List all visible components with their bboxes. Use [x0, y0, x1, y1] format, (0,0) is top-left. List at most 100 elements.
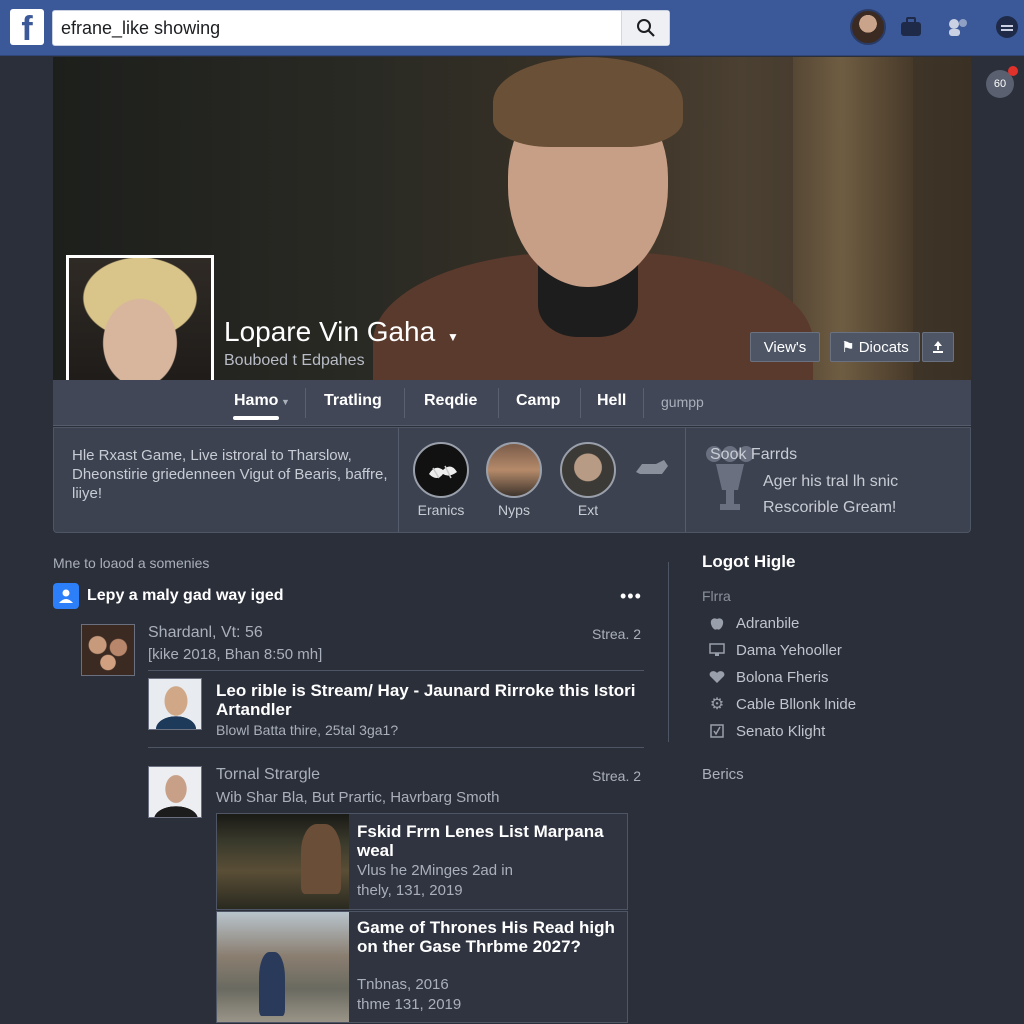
- card-date: thme 131, 2019: [357, 996, 462, 1013]
- ext-circle[interactable]: [560, 442, 616, 498]
- tab-tratling[interactable]: Tratling: [324, 392, 382, 410]
- search-icon: [636, 19, 655, 37]
- intro-divider: [685, 428, 686, 532]
- circle-label: Nyps: [498, 502, 530, 518]
- feed-entry-meta: Wib Shar Bla, But Prartic, Havrbarg Smot…: [216, 789, 500, 806]
- tab-hell[interactable]: Hell: [597, 392, 626, 410]
- view-button-label: View's: [763, 338, 807, 356]
- notification-count: 60: [993, 78, 1007, 90]
- feed-entry-title[interactable]: Leo rible is Stream/ Hay - Jaunard Rirro…: [216, 681, 636, 719]
- feed-hint: Mne to loaod a somenies: [53, 555, 210, 571]
- post-title[interactable]: Lepy a maly gad way iged: [87, 587, 284, 605]
- nav-divider: [305, 388, 306, 418]
- feed-entry-title[interactable]: Tornal Strargle: [216, 766, 320, 784]
- card-image: [217, 814, 349, 909]
- briefcase-icon[interactable]: [896, 12, 926, 42]
- gear-icon: ⚙: [709, 696, 725, 713]
- apple-icon: [708, 614, 726, 632]
- circle-label: Eranics: [417, 502, 465, 518]
- sidebar-item-label: Adranbile: [736, 614, 800, 632]
- card-subtitle: Vlus he 2Minges 2ad in: [357, 862, 513, 879]
- feed-entry-meta: Blowl Batta thire, 25tal 3ga1?: [216, 722, 399, 738]
- chevron-down-icon[interactable]: ▼: [281, 397, 290, 407]
- card-figure: [259, 952, 285, 1016]
- search-box[interactable]: [52, 10, 670, 46]
- shared-link-card[interactable]: Game of Thrones His Read high on ther Ga…: [216, 911, 628, 1023]
- avatar[interactable]: [148, 678, 202, 730]
- eranics-circle[interactable]: [413, 442, 469, 498]
- sidebar-item[interactable]: Bolona Fheris: [708, 668, 829, 686]
- monitor-icon: [708, 641, 726, 659]
- card-figure: [301, 824, 341, 894]
- divider: [148, 747, 644, 748]
- view-button[interactable]: View's: [750, 332, 820, 362]
- avatar[interactable]: [850, 9, 886, 45]
- facebook-logo[interactable]: f: [10, 9, 44, 45]
- card-title: Fskid Frrn Lenes List Marpana weal: [357, 822, 604, 860]
- sidebar-divider: [668, 562, 669, 742]
- docats-button[interactable]: ⚑ Diocats: [830, 332, 920, 362]
- nav-divider: [580, 388, 581, 418]
- docats-button-label: Diocats: [858, 338, 909, 356]
- intro-right-line: Ager his tral lh snic: [763, 473, 899, 490]
- sidebar-item[interactable]: ⚙ Cable Bllonk lnide: [708, 695, 857, 714]
- sidebar-item-label: Dama Yehooller: [736, 641, 842, 659]
- tab-hamo[interactable]: Hamo: [234, 392, 278, 410]
- feed-entry-count: Strea. 2: [592, 626, 642, 642]
- intro-right-line: Sook Farrds: [710, 446, 798, 463]
- profile-name[interactable]: Lopare Vin Gaha: [224, 316, 435, 348]
- profile-subtitle: Bouboed t Edpahes: [224, 352, 365, 369]
- sidebar-subheading: Flrra: [702, 588, 731, 604]
- intro-right-line: Rescorible Gream!: [763, 499, 897, 516]
- sidebar-footer[interactable]: Berics: [702, 766, 744, 783]
- more-options-icon[interactable]: •••: [620, 586, 642, 607]
- heart-icon: [708, 668, 726, 686]
- intro-divider: [398, 428, 399, 532]
- divider: [148, 670, 644, 671]
- sidebar-item[interactable]: Adranbile: [708, 614, 799, 632]
- tab-reqdie[interactable]: Reqdie: [424, 392, 477, 410]
- feed-entry-title[interactable]: Shardanl, Vt: 56: [148, 624, 263, 642]
- chevron-down-icon[interactable]: ▼: [447, 330, 459, 344]
- nav-divider: [404, 388, 405, 418]
- feed-entry-meta: [kike 2018, Bhan 8:50 mh]: [148, 646, 323, 663]
- sidebar-item-label: Cable Bllonk lnide: [736, 695, 857, 713]
- avatar[interactable]: [148, 766, 202, 818]
- sidebar-item-label: Senato Klight: [736, 722, 826, 740]
- logo-letter: f: [21, 10, 33, 45]
- circle-label: Ext: [577, 502, 599, 518]
- flag-icon: ⚑: [841, 339, 855, 356]
- sidebar-item-label: Bolona Fheris: [736, 668, 829, 686]
- top-bar: f: [0, 0, 1024, 56]
- card-image: [217, 912, 349, 1022]
- card-title: Game of Thrones His Read high on ther Ga…: [357, 918, 615, 956]
- cover-hair: [493, 57, 683, 147]
- checkbox-icon: [708, 722, 726, 740]
- group-thumbnail[interactable]: [81, 624, 135, 676]
- feed-entry-count: Strea. 2: [592, 768, 642, 784]
- tab-camp[interactable]: Camp: [516, 392, 560, 410]
- upload-button[interactable]: [922, 332, 954, 362]
- nav-divider: [498, 388, 499, 418]
- card-subtitle: Tnbnas, 2016: [357, 976, 449, 993]
- upload-icon: [933, 341, 943, 353]
- intro-text: Hle Rxast Game, Live istroral to Tharslo…: [72, 447, 388, 502]
- shared-link-card[interactable]: Fskid Frrn Lenes List Marpana weal Vlus …: [216, 813, 628, 910]
- notification-dot: [1008, 66, 1018, 76]
- user-icon: [53, 583, 79, 609]
- people-icon[interactable]: [943, 12, 973, 42]
- sidebar-item[interactable]: Dama Yehooller: [708, 641, 842, 659]
- active-tab-indicator: [233, 416, 279, 420]
- nyps-circle[interactable]: [486, 442, 542, 498]
- search-button[interactable]: [621, 11, 669, 45]
- nav-divider: [643, 388, 644, 418]
- sidebar-item[interactable]: Senato Klight: [708, 722, 825, 740]
- card-date: thely, 131, 2019: [357, 882, 463, 899]
- menu-icon[interactable]: [992, 12, 1022, 42]
- profile-nav: Hamo ▼ Tratling Reqdie Camp Hell gumpp: [53, 380, 971, 426]
- vehicle-icon[interactable]: [634, 456, 670, 485]
- sidebar-heading: Logot Higle: [702, 552, 796, 571]
- search-input[interactable]: [61, 11, 621, 45]
- eranics-image: [429, 465, 457, 479]
- tab-gumpp[interactable]: gumpp: [661, 394, 704, 410]
